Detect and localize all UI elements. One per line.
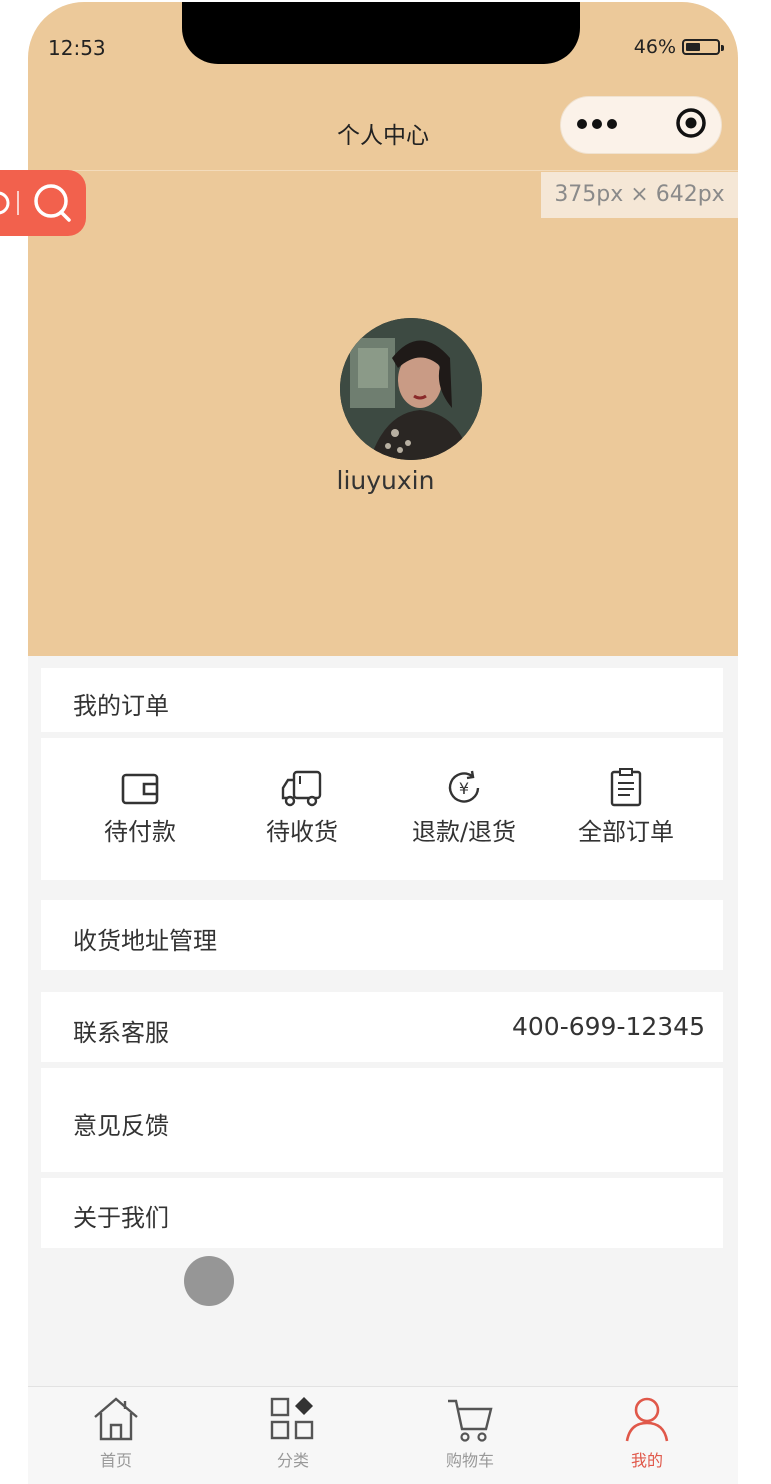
touch-indicator [184,1256,234,1306]
username: liuyuxin [336,466,435,495]
user-icon [587,1395,707,1443]
about-label: 关于我们 [73,1204,169,1232]
contact-phone[interactable]: 400-699-12345 [512,1012,705,1041]
floating-search-pill[interactable] [0,170,86,236]
order-item-pending-payment[interactable]: 待付款 [59,768,221,847]
mini-program-capsule [560,96,722,154]
cart-icon [410,1395,530,1443]
home-icon [56,1395,176,1443]
contact-service-row[interactable]: 联系客服 400-699-12345 [41,992,723,1062]
tab-cart[interactable]: 购物车 [410,1395,530,1471]
feedback-label: 意见反馈 [73,1112,169,1140]
tab-home[interactable]: 首页 [56,1395,176,1471]
orders-header[interactable]: 我的订单 [41,668,723,732]
tab-label: 购物车 [445,1451,494,1470]
refund-icon: ¥ [383,768,545,808]
feedback-row[interactable]: 意见反馈 [41,1068,723,1172]
svg-text:¥: ¥ [459,779,469,798]
dimension-label: 375px × 642px [541,172,738,218]
battery-percent: 46% [633,36,676,58]
address-management-row[interactable]: 收货地址管理 [41,900,723,970]
category-icon [233,1395,353,1443]
about-us-row[interactable]: 关于我们 [41,1178,723,1248]
order-item-all-orders[interactable]: 全部订单 [545,768,707,847]
order-item-label: 退款/退货 [411,818,517,846]
wallet-icon [59,768,221,808]
order-status-grid: 待付款 待收货 ¥ 退款/退货 全部订单 [41,738,723,880]
tab-category[interactable]: 分类 [233,1395,353,1471]
order-list-icon [545,768,707,808]
tab-label: 分类 [276,1451,309,1470]
avatar[interactable] [340,318,482,460]
close-target-icon[interactable] [674,106,708,144]
status-time: 12:53 [48,36,106,60]
nav-divider [28,170,738,171]
contact-label: 联系客服 [73,1019,169,1047]
orders-title: 我的订单 [73,692,169,720]
order-item-label: 待收货 [266,818,338,846]
address-label: 收货地址管理 [73,927,217,955]
tab-label: 首页 [99,1451,132,1470]
tab-mine[interactable]: 我的 [587,1395,707,1471]
order-item-label: 待付款 [104,818,176,846]
order-item-refund[interactable]: ¥ 退款/退货 [383,768,545,847]
battery-icon [682,39,724,55]
truck-icon [221,768,383,808]
device-notch [182,2,580,64]
order-item-label: 全部订单 [578,818,674,846]
more-icon[interactable] [575,116,619,135]
status-battery: 46% [633,36,724,58]
tab-bar: 首页 分类 购物车 我的 [28,1386,738,1484]
tab-label: 我的 [630,1451,663,1470]
order-item-pending-receipt[interactable]: 待收货 [221,768,383,847]
